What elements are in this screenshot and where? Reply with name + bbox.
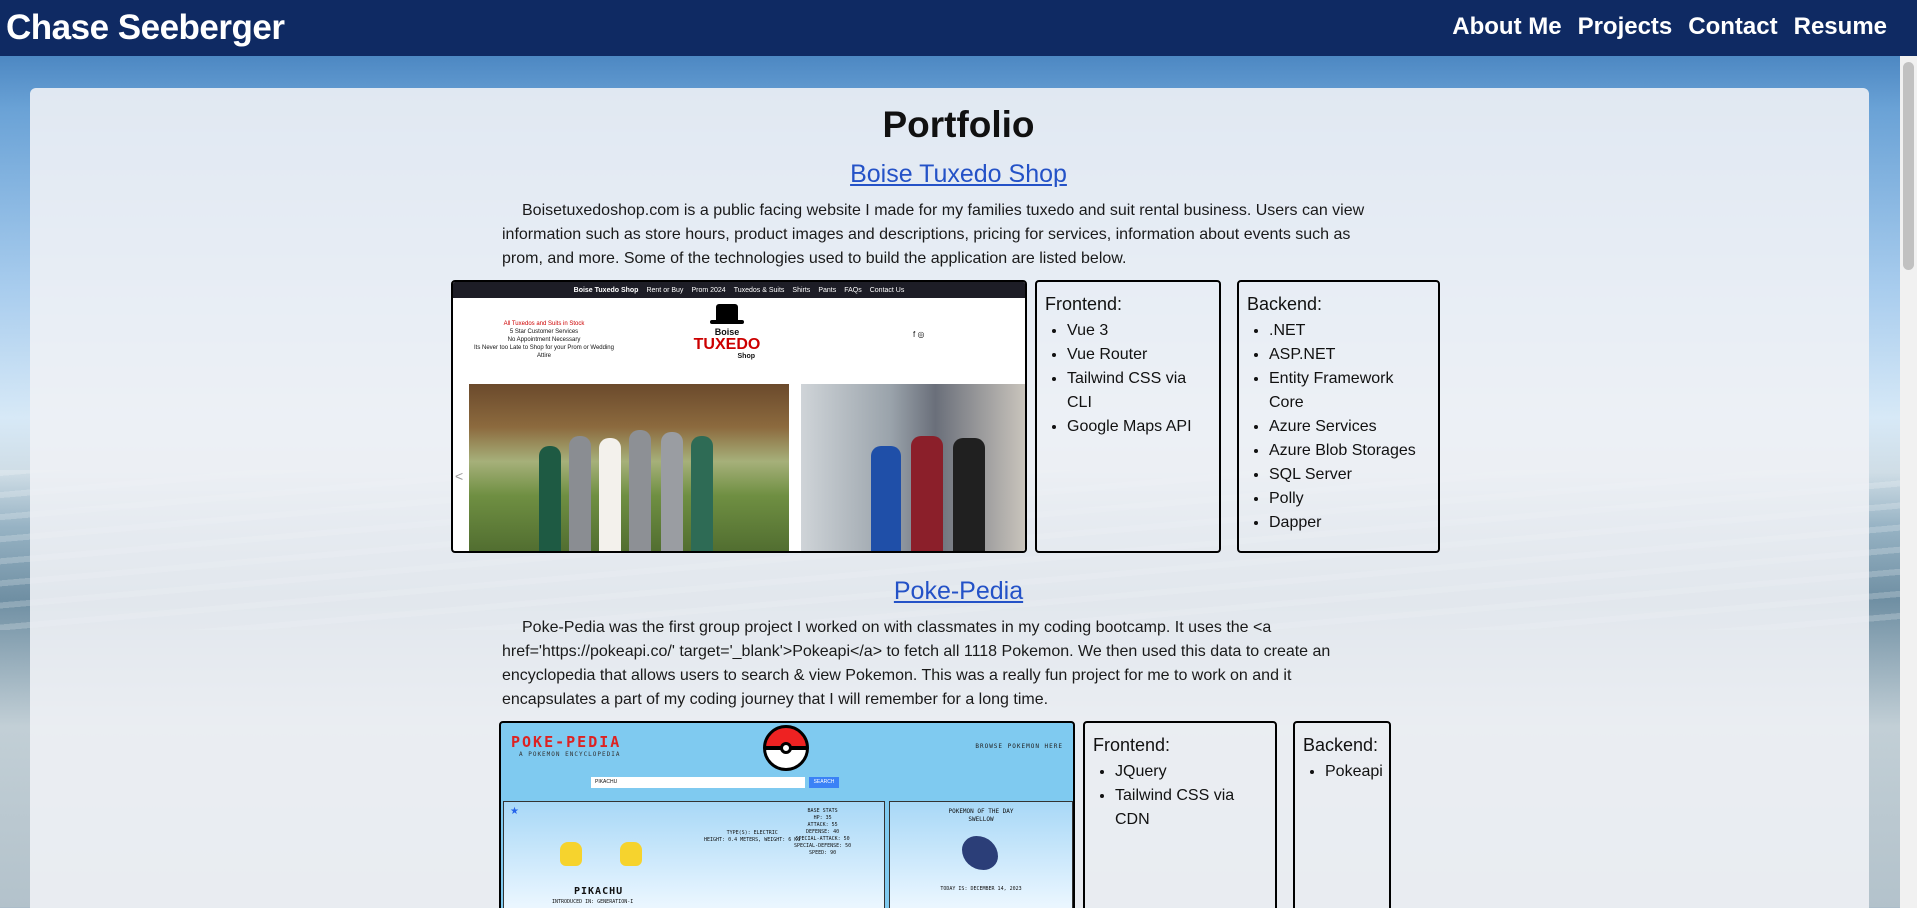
nav-contact[interactable]: Contact (1688, 13, 1777, 41)
tuxedo-logo: Boise TUXEDO Shop (687, 304, 767, 361)
frontend-list: Vue 3 Vue Router Tailwind CSS via CLI Go… (1045, 319, 1211, 439)
pokepedia-logo-title: POKE-PEDIA (511, 733, 622, 751)
frontend-tech-box: Frontend: JQuery Tailwind CSS via CDN (1083, 721, 1277, 908)
screenshot-nav-item: Prom 2024 (691, 286, 726, 294)
backend-tech-box: Backend: Pokeapi (1293, 721, 1391, 908)
logo-bottom-text: Shop (737, 353, 756, 360)
nav-projects[interactable]: Projects (1578, 13, 1673, 41)
stat-line: ATTACK: 55 (807, 822, 838, 828)
logo-main-text: TUXEDO (693, 336, 761, 353)
project-description-boise-tuxedo: Boisetuxedoshop.com is a public facing w… (502, 202, 1365, 267)
project-description-poke-pedia: Poke-Pedia was the first group project I… (502, 619, 1331, 708)
frontend-heading: Frontend: (1093, 735, 1171, 755)
pokeball-icon (763, 725, 809, 771)
backend-heading: Backend: (1303, 735, 1379, 755)
main-nav: About Me Projects Contact Resume (1452, 13, 1887, 41)
screenshot-nav-item: Rent or Buy (646, 286, 684, 294)
pokemon-intro: INTRODUCED IN: GENERATION-I (552, 899, 634, 905)
stat-line: SPECIAL-ATTACK: 50 (795, 836, 850, 842)
backend-heading: Backend: (1247, 294, 1323, 314)
page-title: Portfolio (882, 104, 1035, 145)
pikachu-shiny-sprite (620, 842, 642, 866)
tech-item: SQL Server (1269, 463, 1430, 487)
tech-item: Dapper (1269, 511, 1430, 535)
tech-item: Tailwind CSS via CDN (1115, 784, 1267, 832)
type-line: TYPE(S): ELECTRIC (726, 830, 778, 836)
screenshot-nav-item: Tuxedos & Suits (733, 286, 785, 294)
browse-link: BROWSE POKEMON HERE (975, 743, 1063, 750)
swellow-sprite (962, 836, 998, 870)
tuxedo-group-photo (801, 384, 1025, 551)
frontend-tech-box: Frontend: Vue 3 Vue Router Tailwind CSS … (1035, 280, 1221, 553)
pokemon-card: ★ TYPE(S): ELECTRIC HEIGHT: 0.4 METERS, … (503, 801, 885, 908)
project-screenshot-boise-tuxedo[interactable]: Boise Tuxedo Shop Rent or Buy Prom 2024 … (451, 280, 1027, 553)
tagline-line: All Tuxedos and Suits in Stock (503, 321, 585, 327)
tech-item: Azure Blob Storages (1269, 439, 1430, 463)
type-line: HEIGHT: 0.4 METERS, WEIGHT: 6 KG (704, 837, 801, 843)
pod-title: POKEMON OF THE DAY (948, 808, 1014, 815)
screenshot-nav-item: FAQs (844, 286, 862, 294)
tagline-line: Its Never too Late to Shop for your Prom… (474, 345, 614, 359)
pokemon-type-info: TYPE(S): ELECTRIC HEIGHT: 0.4 METERS, WE… (704, 830, 800, 844)
frontend-list: JQuery Tailwind CSS via CDN (1093, 760, 1267, 832)
site-header: Chase Seeberger About Me Projects Contac… (0, 0, 1917, 56)
screenshot-navbar: Boise Tuxedo Shop Rent or Buy Prom 2024 … (453, 282, 1025, 298)
pikachu-sprite (560, 842, 582, 866)
social-icons: f ◎ (913, 330, 925, 339)
top-hat-icon (710, 304, 744, 324)
screenshot-tagline: All Tuxedos and Suits in Stock 5 Star Cu… (469, 320, 619, 360)
pod-date: TODAY IS: DECEMBER 14, 2023 (940, 886, 1022, 892)
pokemon-name: PIKACHU (574, 886, 624, 897)
tagline-line: No Appointment Necessary (507, 337, 581, 343)
stat-line: BASE STATS (807, 808, 838, 814)
stat-line: HP: 35 (813, 815, 832, 821)
site-brand[interactable]: Chase Seeberger (6, 8, 285, 48)
screenshot-nav-brand: Boise Tuxedo Shop (573, 286, 639, 294)
tech-item: ASP.NET (1269, 343, 1430, 367)
nav-about-me[interactable]: About Me (1452, 13, 1561, 41)
wedding-party-photo (469, 384, 789, 551)
tech-item: Polly (1269, 487, 1430, 511)
tech-item: .NET (1269, 319, 1430, 343)
tech-item: JQuery (1115, 760, 1267, 784)
tech-item: Vue 3 (1067, 319, 1211, 343)
backend-list: .NET ASP.NET Entity Framework Core Azure… (1247, 319, 1430, 535)
tech-item: Google Maps API (1067, 415, 1211, 439)
pokepedia-search-button: SEARCH (809, 777, 839, 788)
tech-item: Vue Router (1067, 343, 1211, 367)
tagline-line: 5 Star Customer Services (509, 329, 579, 335)
project-screenshot-poke-pedia[interactable]: POKE-PEDIA A POKEMON ENCYCLOPEDIA BROWSE… (499, 721, 1075, 908)
backend-list: Pokeapi (1303, 760, 1383, 784)
tech-item: Entity Framework Core (1269, 367, 1430, 415)
pokepedia-search-input: PIKACHU (591, 777, 805, 788)
tech-item: Azure Services (1269, 415, 1430, 439)
stat-line: DEFENSE: 40 (806, 829, 840, 835)
stat-line: SPEED: 90 (809, 850, 837, 856)
star-icon: ★ (510, 806, 519, 817)
pokemon-of-the-day-card: POKEMON OF THE DAY SWELLOW TODAY IS: DEC… (889, 801, 1073, 908)
project-title-boise-tuxedo[interactable]: Boise Tuxedo Shop (0, 160, 1917, 189)
screenshot-nav-item: Shirts (792, 286, 811, 294)
nav-resume[interactable]: Resume (1794, 13, 1887, 41)
pod-heading: POKEMON OF THE DAY SWELLOW (890, 808, 1072, 824)
pokemon-stats: BASE STATS HP: 35 ATTACK: 55 DEFENSE: 40… (794, 808, 851, 857)
tech-item: Pokeapi (1325, 760, 1383, 784)
frontend-heading: Frontend: (1045, 294, 1123, 314)
stat-line: SPECIAL-DEFENSE: 50 (794, 843, 852, 849)
tech-item: Tailwind CSS via CLI (1067, 367, 1211, 415)
screenshot-nav-item: Contact Us (869, 286, 905, 294)
project-title-poke-pedia[interactable]: Poke-Pedia (0, 577, 1917, 606)
carousel-prev-icon[interactable]: < (455, 468, 463, 484)
pokepedia-logo-subtitle: A POKEMON ENCYCLOPEDIA (519, 751, 621, 758)
pod-name: SWELLOW (968, 816, 994, 823)
screenshot-nav-item: Pants (818, 286, 837, 294)
backend-tech-box: Backend: .NET ASP.NET Entity Framework C… (1237, 280, 1440, 553)
